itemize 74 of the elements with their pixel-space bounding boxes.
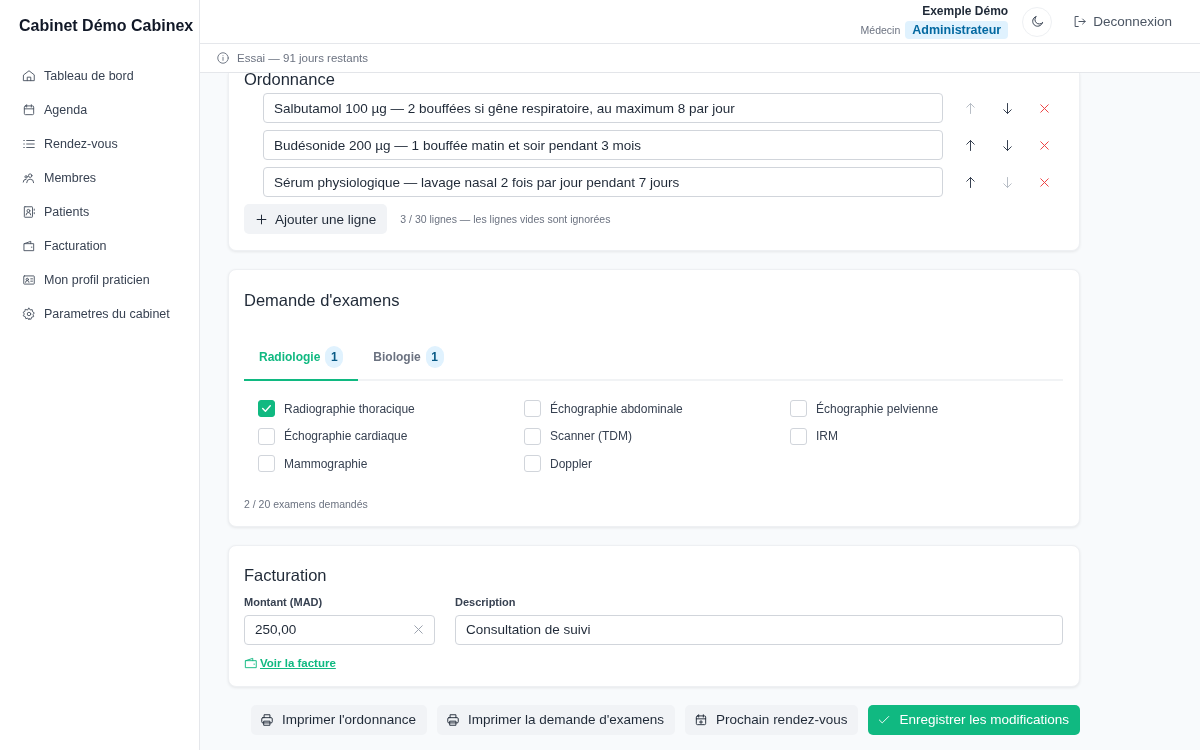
action-button[interactable]: Imprimer la demande d'examens — [436, 704, 676, 735]
checkbox[interactable] — [524, 427, 541, 445]
logout-icon — [1072, 14, 1088, 29]
checkbox[interactable] — [790, 400, 807, 418]
arrow-down-icon — [1000, 100, 1015, 116]
wallet-icon — [22, 239, 36, 253]
moon-icon — [1029, 14, 1045, 29]
count-badge: 1 — [425, 345, 444, 368]
role-label: Médecin — [860, 24, 901, 36]
sidebar-item[interactable]: Facturation — [0, 229, 199, 263]
arrow-up-icon — [963, 137, 978, 153]
checkbox[interactable] — [258, 400, 275, 418]
line-counter: 3 / 30 lignes — les lignes vides sont ignorées — [400, 213, 611, 225]
section-title: Facturation — [244, 564, 328, 585]
arrow-down-icon — [1000, 137, 1015, 153]
contact-card-icon — [22, 205, 36, 219]
sidebar-item[interactable]: Patients — [0, 195, 199, 229]
trial-notice: Essai — 91 jours restants — [237, 52, 369, 64]
logout-button[interactable]: Deconnexion — [1072, 14, 1172, 29]
checkbox-label: Scanner (TDM) — [550, 429, 632, 444]
tab[interactable]: Biologie 1 — [358, 334, 459, 381]
calendar-plus-icon — [694, 712, 709, 727]
amount-field[interactable]: 250,00 — [244, 614, 435, 645]
checkbox-label: Échographie pelvienne — [816, 401, 939, 416]
count-badge: 1 — [325, 345, 344, 368]
checkbox-label: IRM — [816, 429, 838, 444]
checkbox-label: Échographie cardiaque — [284, 429, 408, 444]
input-field[interactable]: Sérum physiologique — lavage nasal 2 fois par jour pendant 7 jours — [263, 167, 943, 197]
printer-icon — [445, 712, 460, 727]
arrow-down-icon — [1000, 174, 1015, 190]
checkbox-label: Doppler — [550, 456, 593, 471]
checkbox-label: Radiographie thoracique — [284, 401, 415, 416]
checkbox[interactable] — [524, 455, 541, 473]
list-icon — [22, 137, 36, 151]
arrow-up-icon — [963, 174, 978, 190]
add-line-button[interactable]: Ajouter une ligne — [244, 204, 388, 234]
checkbox-label: Mammographie — [284, 456, 368, 471]
sidebar-item[interactable]: Parametres du cabinet — [0, 297, 199, 331]
people-icon — [22, 171, 36, 185]
exam-counter: 2 / 20 examens demandés — [244, 497, 369, 510]
sidebar-item[interactable]: Mon profil praticien — [0, 263, 199, 297]
sidebar-item[interactable]: Tableau de bord — [0, 59, 199, 93]
arrow-up-icon — [963, 100, 978, 116]
action-button[interactable]: Prochain rendez-vous — [685, 704, 859, 735]
clear-icon[interactable] — [411, 622, 426, 637]
section-title: Ordonnance — [244, 69, 336, 89]
checkbox[interactable] — [524, 400, 541, 418]
role-badge: Administrateur — [905, 21, 1009, 39]
checkbox-label: Échographie abdominale — [550, 401, 683, 416]
wallet-icon — [244, 655, 258, 670]
field-label: Description — [455, 595, 517, 608]
checkbox[interactable] — [790, 427, 807, 445]
printer-icon — [260, 712, 275, 727]
info-icon — [216, 51, 230, 65]
input-field[interactable]: Salbutamol 100 µg — 2 bouffées si gêne respiratoire, au maximum 8 par jour — [263, 93, 943, 123]
sidebar-item[interactable]: Agenda — [0, 93, 199, 127]
tab[interactable]: Radiologie 1 — [244, 334, 359, 381]
checkbox[interactable] — [258, 455, 275, 473]
sidebar-item[interactable]: Membres — [0, 161, 199, 195]
user-name: Exemple Démo — [922, 4, 1009, 18]
input-field[interactable]: Budésonide 200 µg — 1 bouffée matin et soir pendant 3 mois — [263, 130, 943, 160]
field-label: Montant (MAD) — [244, 595, 324, 608]
app-title: Cabinet Démo Cabinex — [18, 16, 195, 36]
house-icon — [22, 69, 36, 83]
settings-icon — [22, 307, 36, 321]
theme-toggle-button[interactable] — [1022, 6, 1053, 37]
calendar-icon — [22, 103, 36, 117]
description-field[interactable]: Consultation de suivi — [455, 614, 1063, 645]
sidebar-item[interactable]: Rendez-vous — [0, 127, 199, 161]
section-title: Demande d'examens — [244, 290, 401, 310]
action-button[interactable]: Imprimer l'ordonnance — [251, 704, 427, 735]
checkbox[interactable] — [258, 427, 275, 445]
plus-icon — [254, 211, 269, 227]
id-card-icon — [22, 273, 36, 287]
